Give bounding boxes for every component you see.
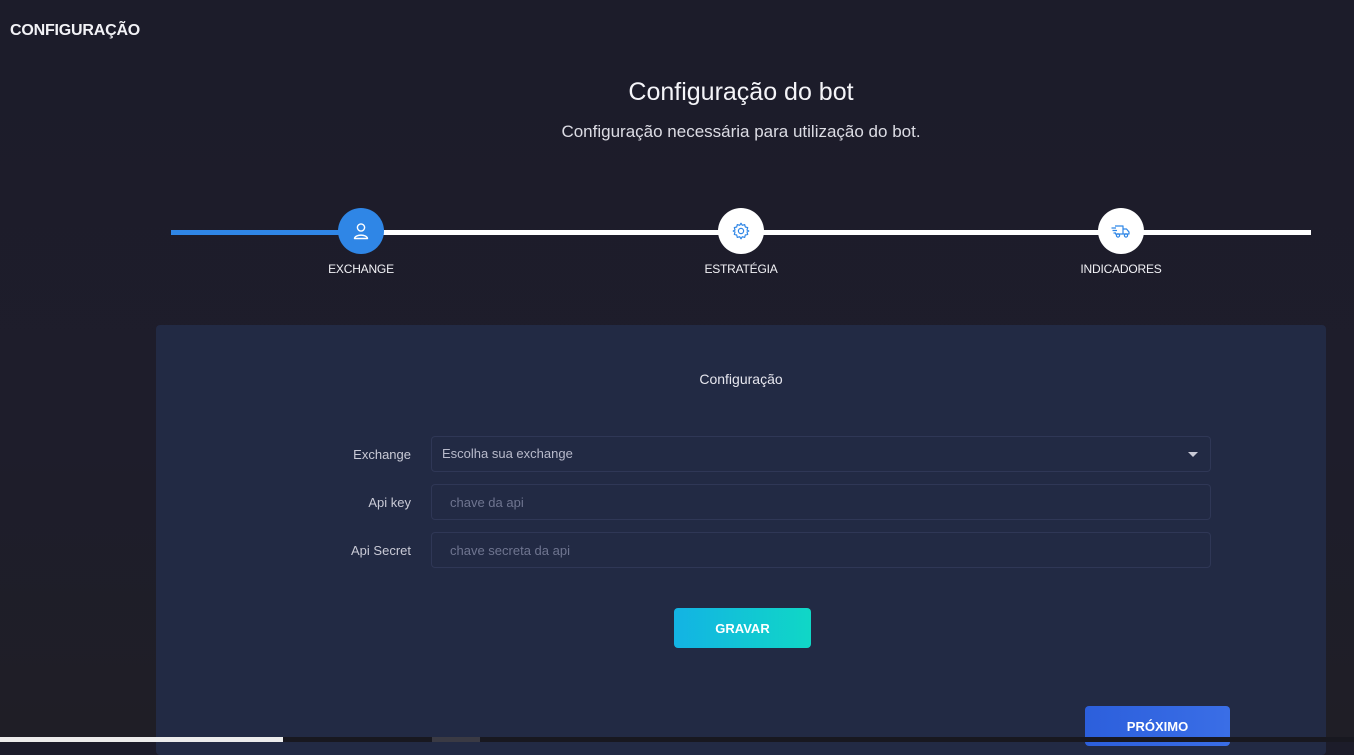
taskbar-strip	[0, 737, 1354, 742]
api-secret-label: Api Secret	[351, 543, 411, 558]
api-key-label: Api key	[368, 495, 411, 510]
chevron-down-icon	[1188, 452, 1198, 457]
truck-icon	[1111, 225, 1130, 238]
step-indicadores[interactable]: INDICADORES	[1051, 208, 1191, 276]
user-icon	[353, 223, 369, 240]
exchange-select[interactable]: Escolha sua exchange	[431, 436, 1211, 472]
exchange-row: Exchange Escolha sua exchange	[156, 436, 1326, 474]
taskbar-segment	[432, 737, 480, 742]
bot-config-subtitle: Configuração necessária para utilização …	[561, 122, 921, 141]
api-key-row: Api key	[156, 484, 1326, 522]
exchange-select-value: Escolha sua exchange	[442, 446, 573, 461]
step-estrategia[interactable]: ESTRATÉGIA	[671, 208, 811, 276]
step-exchange-label: EXCHANGE	[328, 262, 394, 276]
step-exchange[interactable]: EXCHANGE	[291, 208, 431, 276]
gear-icon	[732, 222, 750, 240]
save-button[interactable]: GRAVAR	[674, 608, 811, 648]
exchange-label: Exchange	[353, 447, 411, 462]
step-estrategia-label: ESTRATÉGIA	[704, 262, 778, 276]
step-indicadores-label: INDICADORES	[1080, 262, 1162, 276]
stepper: EXCHANGE ESTRATÉGIA INDICADORES	[171, 208, 1311, 288]
step-estrategia-circle[interactable]	[718, 208, 764, 254]
taskbar-segment	[0, 737, 283, 742]
config-panel: Configuração Exchange Escolha sua exchan…	[156, 325, 1326, 755]
api-key-input[interactable]	[431, 484, 1211, 520]
step-exchange-circle[interactable]	[338, 208, 384, 254]
page-title: CONFIGURAÇÃO	[10, 22, 141, 39]
panel-title: Configuração	[699, 371, 783, 387]
api-secret-row: Api Secret	[156, 532, 1326, 570]
bot-config-title: Configuração do bot	[628, 78, 854, 106]
api-secret-input[interactable]	[431, 532, 1211, 568]
step-indicadores-circle[interactable]	[1098, 208, 1144, 254]
